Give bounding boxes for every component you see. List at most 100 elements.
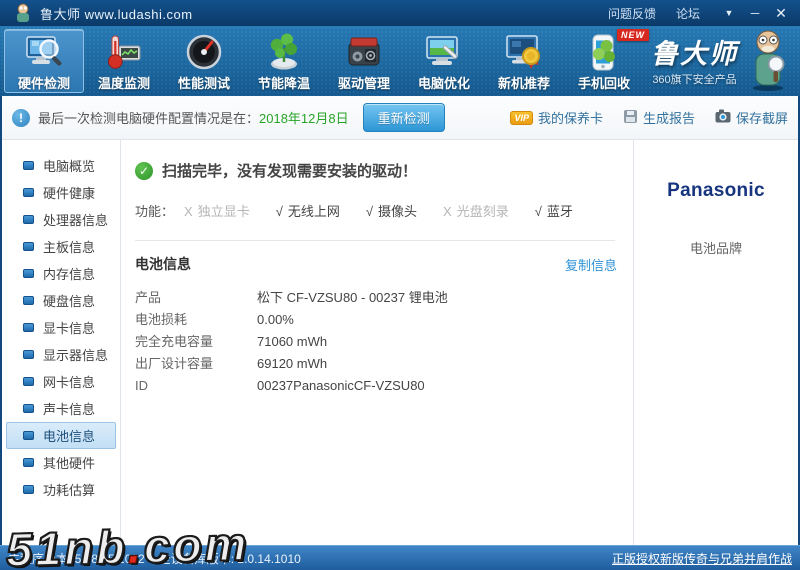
toolbar-items: 硬件检测温度监测性能测试节能降温 驱动管理电脑优化新机推荐NEW手机回收: [4, 29, 644, 93]
vip-badge-icon: VIP: [510, 111, 533, 125]
feature-no-icon: X: [443, 204, 452, 219]
sidebar-item[interactable]: 处理器信息: [6, 206, 116, 233]
sidebar-item-label: 硬件健康: [43, 183, 95, 202]
right-panel: Panasonic 电池品牌: [633, 140, 798, 545]
sidebar-item-label: 电脑概览: [43, 156, 95, 175]
rescan-button[interactable]: 重新检测: [363, 103, 445, 132]
sidebar-bullet-icon: [23, 242, 34, 251]
sidebar-item-label: 其他硬件: [43, 453, 95, 472]
sidebar-bullet-icon: [23, 296, 34, 305]
info-icon: !: [12, 109, 30, 127]
close-icon[interactable]: ✕: [770, 5, 792, 22]
sidebar-item-label: 主板信息: [43, 237, 95, 256]
toolbar-item-label: 驱动管理: [338, 73, 390, 92]
sidebar: 电脑概览硬件健康处理器信息主板信息内存信息硬盘信息显卡信息显示器信息网卡信息声卡…: [2, 140, 121, 545]
performance-test-icon: [184, 32, 224, 73]
save-screenshot-link[interactable]: 保存截屏: [715, 108, 788, 127]
cooling-icon: [264, 32, 304, 73]
toolbar-item-label: 节能降温: [258, 73, 310, 92]
battery-row-value: 71060 mWh: [257, 331, 327, 353]
report-icon: [623, 109, 638, 127]
menu-icon[interactable]: ▼: [718, 8, 740, 18]
battery-table: 产品松下 CF-VZSU80 - 00237 锂电池电池损耗0.00%完全充电容…: [135, 287, 617, 397]
sidebar-item[interactable]: 主板信息: [6, 233, 116, 260]
battery-table-row: 电池损耗0.00%: [135, 309, 617, 331]
feature-item: √ 摄像头: [366, 201, 417, 220]
toolbar-item-temperature-monitor[interactable]: 温度监测: [84, 29, 164, 93]
battery-row-label: ID: [135, 375, 257, 397]
feature-yes-icon: √: [535, 204, 542, 219]
sidebar-item-label: 显卡信息: [43, 318, 95, 337]
toolbar-item-performance-test[interactable]: 性能测试: [164, 29, 244, 93]
battery-row-label: 电池损耗: [135, 309, 257, 331]
sidebar-bullet-icon: [23, 458, 34, 467]
sidebar-item-label: 功耗估算: [43, 480, 95, 499]
battery-brand-caption: 电池品牌: [634, 238, 798, 257]
sidebar-item[interactable]: 硬件健康: [6, 179, 116, 206]
toolbar-item-pc-optimize[interactable]: 电脑优化: [404, 29, 484, 93]
sidebar-bullet-icon: [23, 377, 34, 386]
toolbar-item-hardware-detect[interactable]: 硬件检测: [4, 29, 84, 93]
sidebar-bullet-icon: [23, 485, 34, 494]
battery-row-label: 完全充电容量: [135, 331, 257, 353]
brand-logo-text: 鲁大师: [651, 39, 738, 69]
new-pc-recommend-icon: [504, 32, 544, 73]
feature-item: √ 蓝牙: [535, 201, 573, 220]
mascot-icon: [14, 3, 32, 23]
sidebar-item[interactable]: 功耗估算: [6, 476, 116, 503]
last-scan-date: 2018年12月8日: [259, 108, 349, 127]
section-divider: [135, 240, 615, 241]
feature-yes-icon: √: [366, 204, 373, 219]
sidebar-item[interactable]: 内存信息: [6, 260, 116, 287]
pc-optimize-icon: [424, 32, 464, 73]
toolbar-item-cooling[interactable]: 节能降温: [244, 29, 324, 93]
sidebar-bullet-icon: [23, 269, 34, 278]
feature-no-icon: X: [184, 204, 193, 219]
sidebar-item-label: 硬盘信息: [43, 291, 95, 310]
sidebar-bullet-icon: [23, 215, 34, 224]
battery-row-label: 产品: [135, 287, 257, 309]
feature-item: X光盘刻录: [443, 201, 509, 220]
sidebar-item[interactable]: 电脑概览: [6, 152, 116, 179]
sidebar-item[interactable]: 显示器信息: [6, 341, 116, 368]
feature-name: 摄像头: [378, 204, 417, 219]
sidebar-item-label: 内存信息: [43, 264, 95, 283]
brand-subtitle: 360旗下安全产品: [651, 71, 738, 87]
feedback-link[interactable]: 问题反馈: [608, 5, 656, 22]
forum-link[interactable]: 论坛: [676, 5, 700, 22]
sidebar-item[interactable]: 电池信息: [6, 422, 116, 449]
sidebar-item-label: 电池信息: [43, 426, 95, 445]
sidebar-item-label: 显示器信息: [43, 345, 108, 364]
sidebar-item-label: 处理器信息: [43, 210, 108, 229]
battery-table-row: 产品松下 CF-VZSU80 - 00237 锂电池: [135, 287, 617, 309]
sidebar-item[interactable]: 其他硬件: [6, 449, 116, 476]
minimize-icon[interactable]: ─: [744, 6, 766, 20]
app-title: 鲁大师 www.ludashi.com: [40, 4, 193, 23]
generate-report-link[interactable]: 生成报告: [623, 108, 695, 127]
sidebar-bullet-icon: [23, 404, 34, 413]
feature-yes-icon: √: [276, 204, 283, 219]
sidebar-bullet-icon: [23, 431, 34, 440]
promo-link[interactable]: 正版授权新版传奇与兄弟并肩作战: [612, 550, 792, 567]
sidebar-item[interactable]: 硬盘信息: [6, 287, 116, 314]
sidebar-bullet-icon: [23, 323, 34, 332]
main-panel: ✓ 扫描完毕，没有发现需要安装的驱动！ 功能： X独立显卡√无线上网√摄像头X光…: [121, 140, 633, 545]
sidebar-bullet-icon: [23, 350, 34, 359]
sidebar-item[interactable]: 声卡信息: [6, 395, 116, 422]
titlebar: 鲁大师 www.ludashi.com 问题反馈 论坛 ▼ ─ ✕: [0, 0, 800, 26]
toolbar-item-new-pc-recommend[interactable]: 新机推荐: [484, 29, 564, 93]
toolbar-item-phone-recycle[interactable]: NEW手机回收: [564, 29, 644, 93]
sidebar-bullet-icon: [23, 188, 34, 197]
toolbar-item-driver-manage[interactable]: 驱动管理: [324, 29, 404, 93]
app-window: 鲁大师 www.ludashi.com 问题反馈 论坛 ▼ ─ ✕ 硬件检测温度…: [0, 0, 800, 570]
battery-brand-logo: Panasonic: [634, 180, 798, 202]
sidebar-item[interactable]: 显卡信息: [6, 314, 116, 341]
battery-row-value: 0.00%: [257, 309, 294, 331]
care-card-link[interactable]: VIP 我的保养卡: [510, 108, 603, 127]
sidebar-item[interactable]: 网卡信息: [6, 368, 116, 395]
feature-name: 蓝牙: [547, 204, 573, 219]
sidebar-item-label: 声卡信息: [43, 399, 95, 418]
brand-block: 鲁大师 360旗下安全产品: [644, 29, 796, 96]
battery-row-label: 出厂设计容量: [135, 353, 257, 375]
copy-info-link[interactable]: 复制信息: [565, 255, 617, 274]
